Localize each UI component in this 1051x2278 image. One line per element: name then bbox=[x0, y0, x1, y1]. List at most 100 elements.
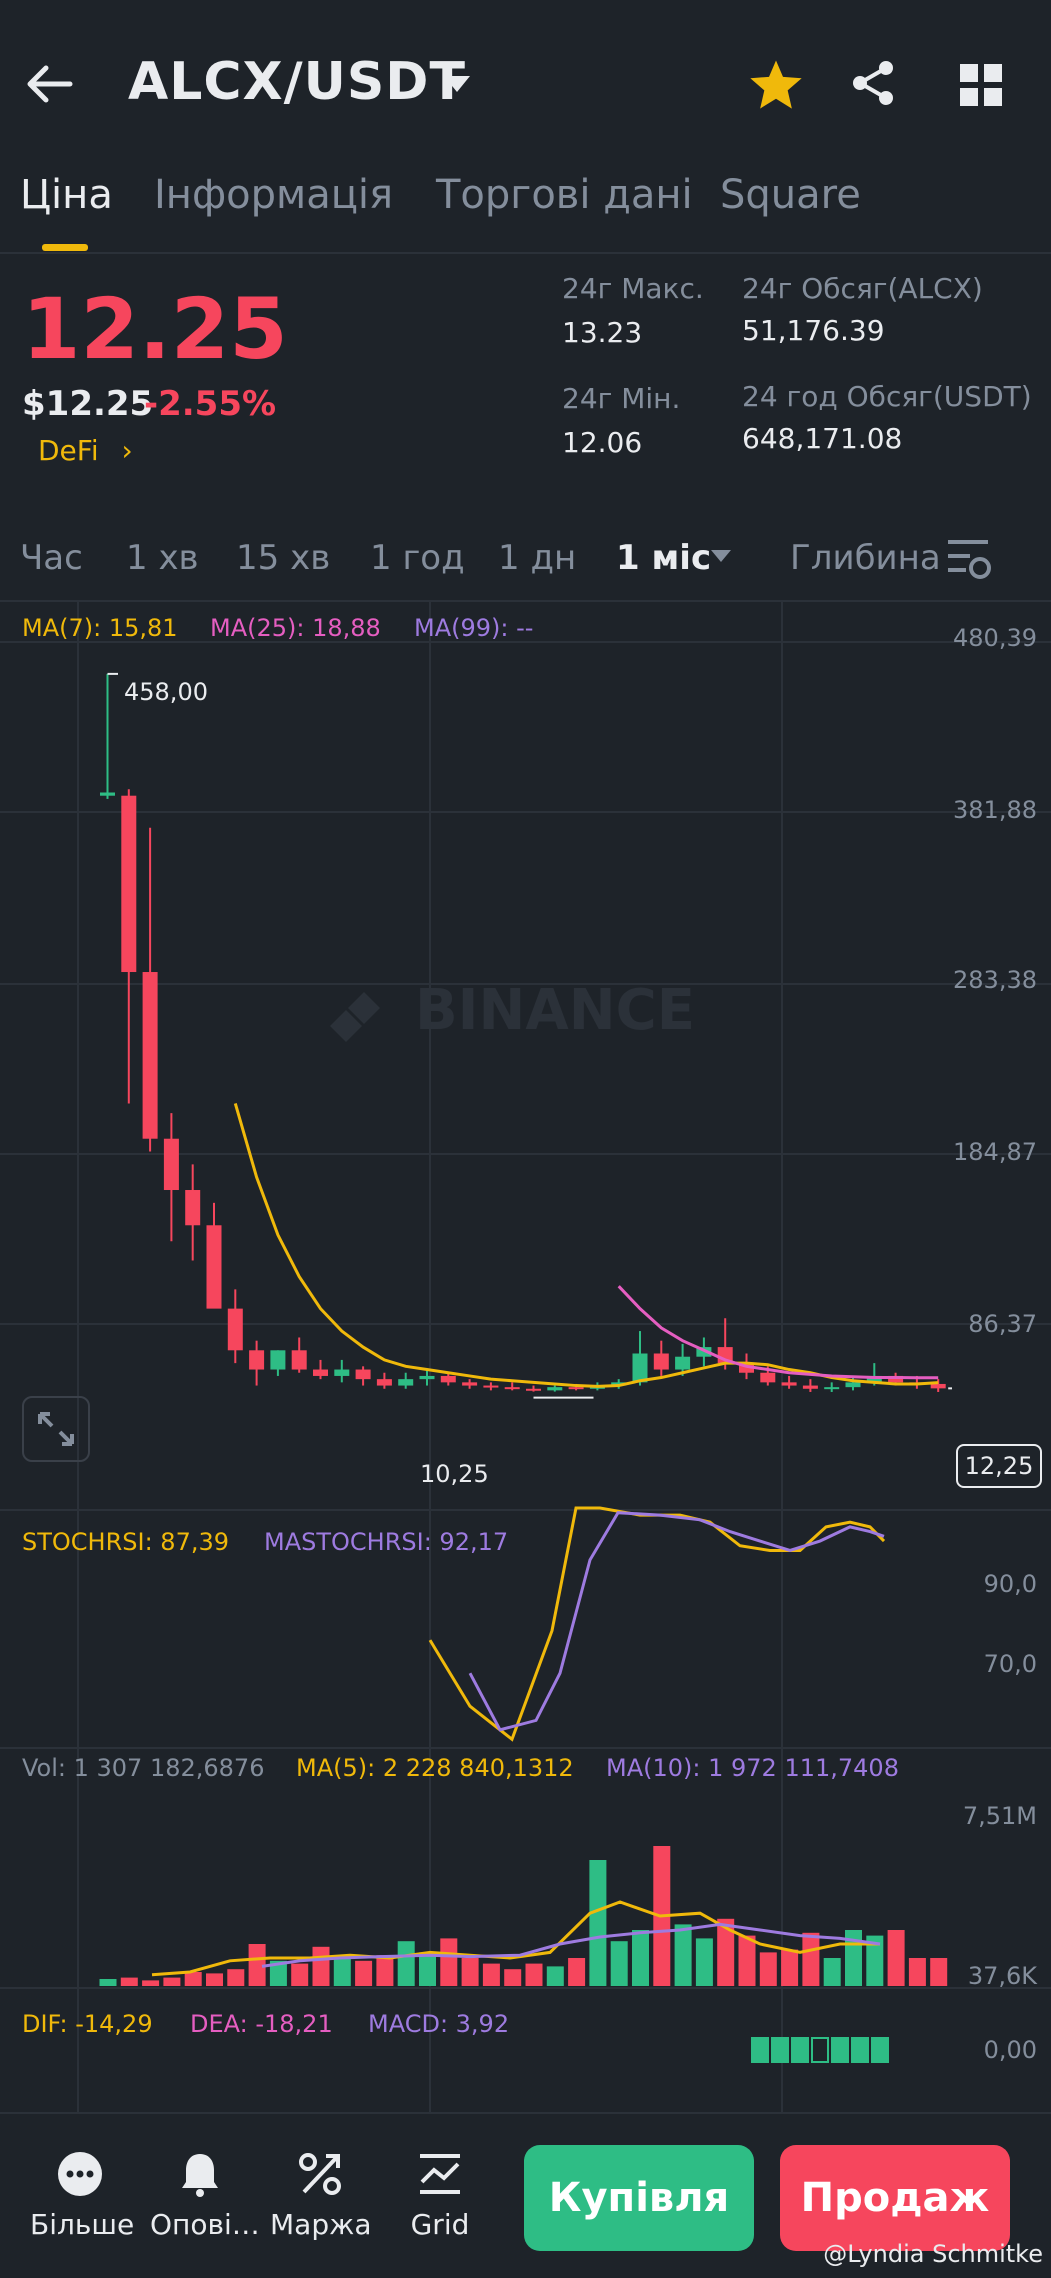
interval-1m[interactable]: 1 хв bbox=[126, 538, 199, 578]
candle-body bbox=[781, 1382, 797, 1386]
bell-icon bbox=[182, 2154, 218, 2197]
candle-body bbox=[675, 1356, 691, 1370]
high-label: 24г Макс. bbox=[562, 272, 704, 305]
macd-bar bbox=[811, 2037, 829, 2063]
volume-bar bbox=[227, 1969, 245, 1986]
tab-price[interactable]: Ціна bbox=[20, 172, 113, 218]
interval-time[interactable]: Час bbox=[20, 538, 83, 578]
candle-body bbox=[653, 1353, 669, 1370]
price-change: -2.55% bbox=[144, 384, 277, 424]
low-value: 12.06 bbox=[562, 426, 643, 459]
volume-bar bbox=[781, 1949, 799, 1986]
candle-body bbox=[419, 1375, 435, 1380]
y-tick-label: 283,38 bbox=[953, 966, 1037, 994]
tab-trading-data[interactable]: Торгові дані bbox=[436, 172, 693, 218]
margin-button[interactable]: Маржа bbox=[270, 2150, 372, 2241]
category-link[interactable]: DeFi › bbox=[38, 434, 133, 467]
volume-bar bbox=[333, 1958, 351, 1986]
more-button[interactable]: Більше bbox=[30, 2150, 134, 2241]
interval-dropdown-icon[interactable] bbox=[710, 548, 732, 567]
candle-body bbox=[270, 1350, 286, 1370]
volume-bar bbox=[589, 1860, 607, 1986]
buy-button[interactable]: Купівля bbox=[524, 2145, 754, 2251]
stoch-tick: 70,0 bbox=[983, 1650, 1037, 1678]
candle-body bbox=[185, 1190, 201, 1226]
macd-bar bbox=[831, 2037, 849, 2063]
volume-bar bbox=[142, 1980, 160, 1986]
candle-body bbox=[249, 1350, 265, 1370]
binance-logo-icon bbox=[330, 992, 380, 1042]
volume-bar bbox=[930, 1958, 948, 1986]
volume-bar bbox=[674, 1924, 692, 1986]
candle-body bbox=[142, 972, 158, 1139]
mastochrsi-label: MASTOCHRSI: 92,17 bbox=[264, 1528, 509, 1556]
macd-bar bbox=[751, 2037, 769, 2063]
interval-depth[interactable]: Глибина bbox=[790, 538, 941, 578]
current-price-tag: 12,25 bbox=[956, 1444, 1042, 1488]
margin-label: Маржа bbox=[270, 2208, 372, 2241]
divider bbox=[0, 252, 1051, 254]
volume-bar bbox=[759, 1952, 777, 1986]
volume-bar bbox=[376, 1955, 394, 1986]
alerts-button[interactable]: Опові… bbox=[150, 2150, 260, 2241]
alerts-label: Опові… bbox=[150, 2208, 260, 2241]
last-price: 12.25 bbox=[22, 280, 288, 378]
sell-button[interactable]: Продаж bbox=[780, 2145, 1010, 2251]
pair-title[interactable]: ALCX/USDT bbox=[128, 52, 466, 112]
favorite-star-icon[interactable] bbox=[748, 58, 804, 116]
usd-price: $12.25 bbox=[22, 384, 154, 424]
interval-1h[interactable]: 1 год bbox=[370, 538, 465, 578]
price-chart[interactable]: BINANCE bbox=[0, 602, 1051, 2112]
low-label: 24г Мін. bbox=[562, 382, 681, 415]
category-label: DeFi bbox=[38, 434, 99, 467]
volume-bar bbox=[419, 1952, 436, 1986]
candle-body bbox=[526, 1388, 541, 1391]
back-arrow-icon bbox=[27, 65, 73, 103]
volume-bar bbox=[546, 1966, 564, 1986]
candle-body bbox=[334, 1369, 350, 1376]
candle-body bbox=[462, 1382, 478, 1386]
y-tick-label: 184,87 bbox=[953, 1138, 1037, 1166]
tab-info[interactable]: Інформація bbox=[154, 172, 393, 218]
stochrsi-label: STOCHRSI: 87,39 bbox=[22, 1528, 229, 1556]
layout-grid-icon[interactable] bbox=[958, 62, 1004, 112]
volume-bar bbox=[504, 1969, 522, 1986]
high-value: 13.23 bbox=[562, 316, 643, 349]
candle-body bbox=[355, 1369, 371, 1380]
max-price-label: 458,00 bbox=[124, 678, 208, 706]
chart-settings-icon[interactable] bbox=[944, 534, 994, 588]
active-tab-indicator bbox=[42, 244, 88, 251]
volume-bar bbox=[206, 1973, 223, 1986]
binance-watermark: BINANCE bbox=[330, 978, 695, 1043]
macd-bar bbox=[871, 2037, 889, 2063]
min-price-label: 10,25 bbox=[420, 1460, 489, 1488]
fullscreen-button[interactable] bbox=[22, 1396, 90, 1462]
grid-bot-button[interactable]: Grid bbox=[390, 2150, 490, 2241]
share-icon[interactable] bbox=[848, 58, 898, 112]
candle-body bbox=[547, 1387, 563, 1391]
interval-1d[interactable]: 1 дн bbox=[498, 538, 576, 578]
back-button[interactable] bbox=[22, 56, 78, 112]
pair-dropdown-icon[interactable] bbox=[442, 74, 472, 98]
volume-bar bbox=[632, 1930, 649, 1986]
volume-label: Vol: 1 307 182,6876 bbox=[22, 1754, 265, 1782]
watermark-text: BINANCE bbox=[415, 978, 695, 1043]
volume-bar bbox=[802, 1932, 820, 1986]
interval-1mo[interactable]: 1 міс bbox=[616, 538, 711, 578]
expand-icon bbox=[38, 1412, 74, 1446]
ma99-label: MA(99): -- bbox=[414, 614, 534, 642]
candle-body bbox=[930, 1383, 946, 1389]
candle-body bbox=[291, 1350, 307, 1370]
volume-bar bbox=[482, 1963, 500, 1986]
vol-ma5-label: MA(5): 2 228 840,1312 bbox=[296, 1754, 574, 1782]
volume-bar bbox=[823, 1958, 841, 1986]
candle-body bbox=[760, 1372, 776, 1383]
interval-15m[interactable]: 15 хв bbox=[236, 538, 330, 578]
candle-body bbox=[376, 1379, 392, 1386]
tab-square[interactable]: Square bbox=[720, 172, 861, 218]
volume-tick: 37,6K bbox=[967, 1962, 1037, 1990]
candle-body bbox=[440, 1375, 456, 1383]
credit-text: @Lyndia Schmitke bbox=[823, 2240, 1043, 2268]
vol-quote-value: 648,171.08 bbox=[742, 422, 903, 455]
volume-bar bbox=[312, 1946, 330, 1986]
